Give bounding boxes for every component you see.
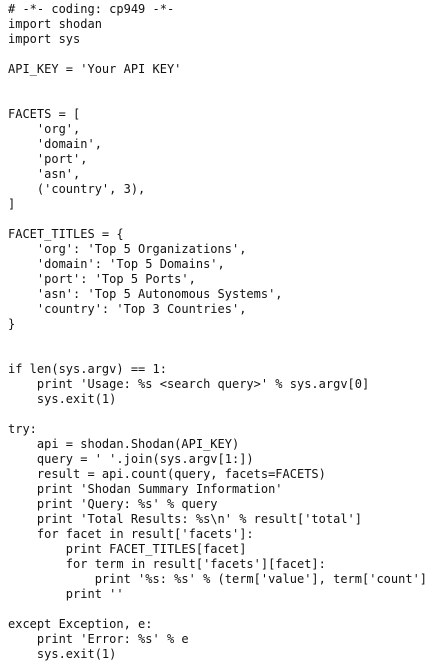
code-line-10: 'domain', — [8, 137, 102, 151]
code-line-9: 'org', — [8, 122, 81, 136]
code-line-38: for term in result['facets'][facet]: — [8, 557, 326, 571]
code-line-40: print '' — [8, 587, 124, 601]
code-line-35: print 'Total Results: %s\n' % result['to… — [8, 512, 363, 526]
code-line-5: API_KEY = 'Your API KEY' — [8, 62, 182, 76]
code-line-37: print FACET_TITLES[facet] — [8, 542, 247, 556]
code-line-2: import shodan — [8, 17, 102, 31]
code-line-11: 'port', — [8, 152, 88, 166]
code-editor[interactable]: # -*- coding: cp949 -*- import shodan im… — [8, 2, 428, 670]
code-line-1: # -*- coding: cp949 -*- — [8, 2, 175, 16]
code-line-36: for facet in result['facets']: — [8, 527, 254, 541]
code-line-20: 'asn': 'Top 5 Autonomous Systems', — [8, 287, 283, 301]
code-line-8: FACETS = [ — [8, 107, 81, 121]
code-line-26: print 'Usage: %s <search query>' % sys.a… — [8, 377, 370, 391]
code-line-33: print 'Shodan Summary Information' — [8, 482, 283, 496]
code-line-27: sys.exit(1) — [8, 392, 117, 406]
code-line-3: import sys — [8, 32, 81, 46]
code-line-29: try: — [8, 422, 37, 436]
code-line-31: query = ' '.join(sys.argv[1:]) — [8, 452, 254, 466]
code-line-25: if len(sys.argv) == 1: — [8, 362, 167, 376]
code-line-30: api = shodan.Shodan(API_KEY) — [8, 437, 240, 451]
code-line-22: } — [8, 317, 16, 331]
code-line-18: 'domain': 'Top 5 Domains', — [8, 257, 225, 271]
code-line-42: except Exception, e: — [8, 617, 153, 631]
code-line-34: print 'Query: %s' % query — [8, 497, 218, 511]
code-line-44: sys.exit(1) — [8, 647, 117, 661]
code-line-12: 'asn', — [8, 167, 81, 181]
code-line-16: FACET_TITLES = { — [8, 227, 124, 241]
code-line-32: result = api.count(query, facets=FACETS) — [8, 467, 326, 481]
code-line-14: ] — [8, 197, 16, 211]
code-line-39: print '%s: %s' % (term['value'], term['c… — [8, 572, 428, 586]
code-line-13: ('country', 3), — [8, 182, 146, 196]
code-line-21: 'country': 'Top 3 Countries', — [8, 302, 247, 316]
code-lines: # -*- coding: cp949 -*- import shodan im… — [8, 2, 428, 662]
code-line-43: print 'Error: %s' % e — [8, 632, 189, 646]
code-line-17: 'org': 'Top 5 Organizations', — [8, 242, 247, 256]
code-line-19: 'port': 'Top 5 Ports', — [8, 272, 196, 286]
